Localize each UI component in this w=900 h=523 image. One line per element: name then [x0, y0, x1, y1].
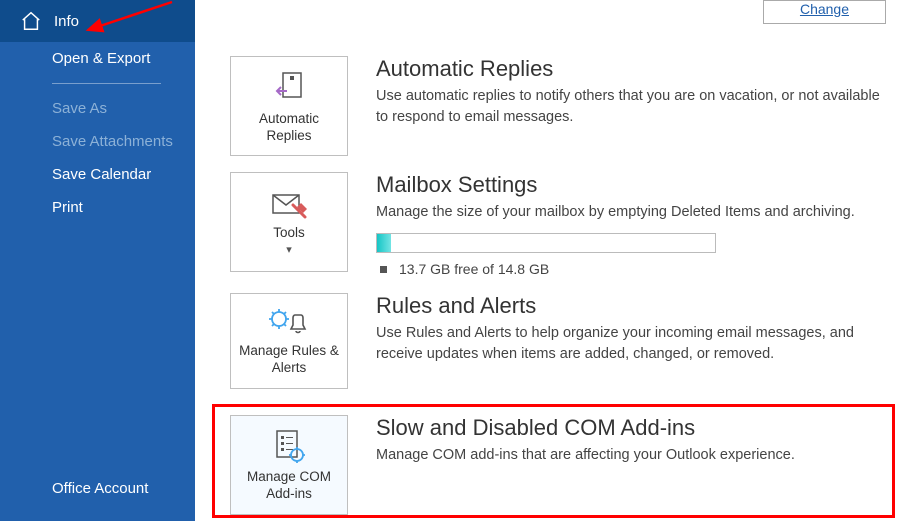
sidebar-item-label: Save Attachments — [52, 133, 173, 150]
section-title: Slow and Disabled COM Add-ins — [376, 415, 894, 441]
tools-icon — [269, 189, 309, 219]
sidebar-item-info[interactable]: Info — [0, 0, 195, 42]
section-title: Rules and Alerts — [376, 293, 894, 319]
tile-tools[interactable]: Tools ▾ — [230, 172, 348, 272]
section-com-addins: Manage COM Add-ins Slow and Disabled COM… — [210, 397, 900, 523]
sidebar-item-office-account[interactable]: Office Account — [0, 480, 195, 497]
backstage-content: Change Automatic Replies Automatic Repli… — [210, 0, 900, 521]
sidebar-item-label: Open & Export — [52, 50, 150, 67]
change-link-box: Change — [763, 0, 886, 24]
com-addins-icon — [271, 429, 307, 463]
backstage-sidebar: Info Open & Export Save As Save Attachme… — [0, 0, 195, 521]
sidebar-item-label: Save Calendar — [52, 166, 151, 183]
tile-manage-rules[interactable]: Manage Rules & Alerts — [230, 293, 348, 389]
rules-alerts-icon — [267, 307, 311, 337]
section-automatic-replies: Automatic Replies Automatic Replies Use … — [210, 48, 900, 164]
change-link[interactable]: Change — [800, 1, 849, 17]
tile-automatic-replies[interactable]: Automatic Replies — [230, 56, 348, 156]
automatic-replies-icon — [271, 69, 307, 105]
sidebar-item-label: Office Account — [52, 480, 148, 497]
section-title: Automatic Replies — [376, 56, 894, 82]
meter-bar — [376, 233, 716, 253]
tile-label: Manage Rules & Alerts — [237, 343, 341, 377]
sidebar-item-save-as: Save As — [0, 92, 195, 125]
home-icon — [20, 10, 42, 32]
section-rules-alerts: Manage Rules & Alerts Rules and Alerts U… — [210, 285, 900, 397]
meter-fill — [377, 234, 391, 252]
section-title: Mailbox Settings — [376, 172, 894, 198]
tile-label: Tools — [273, 225, 305, 242]
tile-label: Manage COM Add-ins — [237, 469, 341, 503]
sidebar-item-label: Print — [52, 199, 83, 216]
sidebar-item-label: Info — [54, 13, 79, 30]
section-mailbox-settings: Tools ▾ Mailbox Settings Manage the size… — [210, 164, 900, 285]
section-body: Manage COM add-ins that are affecting yo… — [376, 445, 894, 466]
meter-text: 13.7 GB free of 14.8 GB — [376, 261, 894, 277]
sidebar-item-label: Save As — [52, 100, 107, 117]
sidebar-separator — [52, 83, 161, 84]
chevron-down-icon: ▾ — [286, 244, 292, 258]
sidebar-item-print[interactable]: Print — [0, 191, 195, 224]
section-body: Manage the size of your mailbox by empty… — [376, 202, 894, 223]
sidebar-item-save-attachments: Save Attachments — [0, 125, 195, 158]
sidebar-item-open-export[interactable]: Open & Export — [0, 42, 195, 75]
section-body: Use automatic replies to notify others t… — [376, 86, 894, 128]
section-body: Use Rules and Alerts to help organize yo… — [376, 323, 894, 365]
sidebar-item-save-calendar[interactable]: Save Calendar — [0, 158, 195, 191]
tile-manage-com-addins[interactable]: Manage COM Add-ins — [230, 415, 348, 515]
tile-label: Automatic Replies — [237, 111, 341, 145]
mailbox-size-meter: 13.7 GB free of 14.8 GB — [376, 233, 894, 277]
